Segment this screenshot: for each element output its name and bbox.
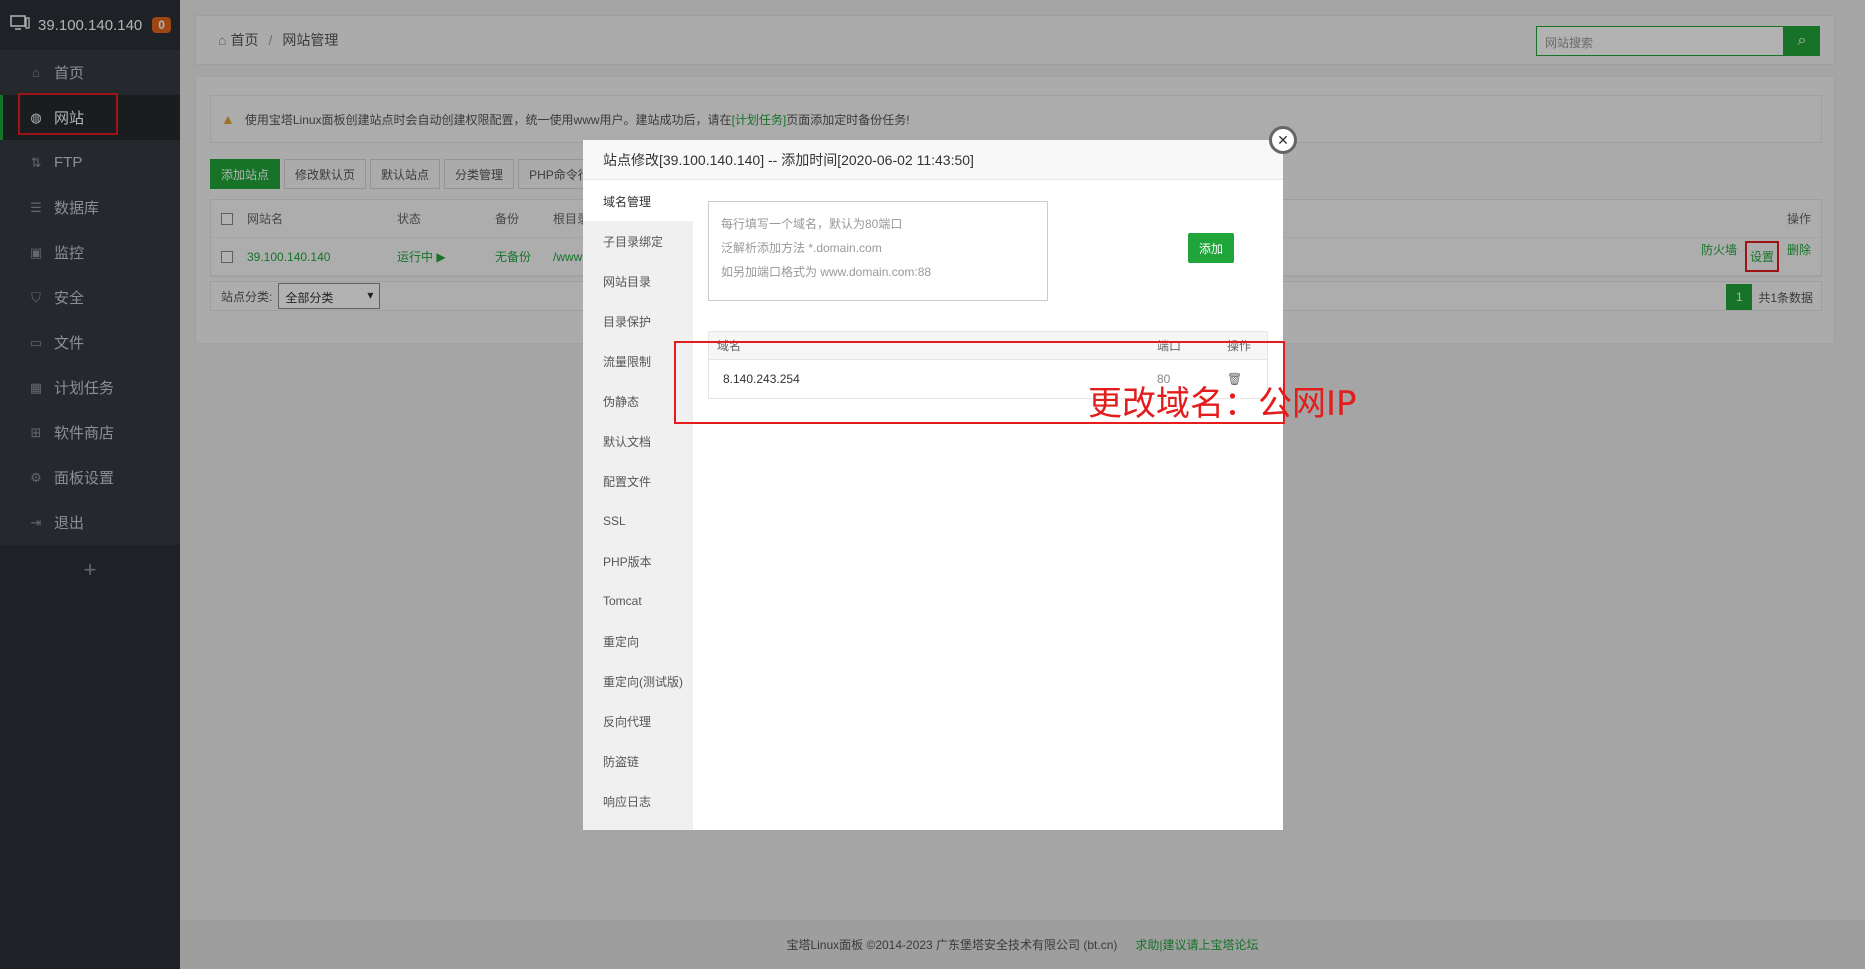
tab-hotlink[interactable]: 防盗链 — [583, 741, 693, 781]
tab-response-log[interactable]: 响应日志 — [583, 781, 693, 821]
tab-default-doc[interactable]: 默认文档 — [583, 421, 693, 461]
tab-php-version[interactable]: PHP版本 — [583, 541, 693, 581]
tab-subdir[interactable]: 子目录绑定 — [583, 221, 693, 261]
tab-redirect[interactable]: 重定向 — [583, 621, 693, 661]
modal-title: 站点修改[39.100.140.140] -- 添加时间[2020-06-02 … — [583, 140, 1283, 180]
textarea-hint: 如另加端口格式为 www.domain.com:88 — [721, 265, 932, 279]
tab-reverse-proxy[interactable]: 反向代理 — [583, 701, 693, 741]
textarea-hint: 泛解析添加方法 *.domain.com — [721, 241, 882, 255]
tab-redirect-beta[interactable]: 重定向(测试版) — [583, 661, 693, 701]
annotation-text: 更改域名：公网IP — [1088, 384, 1357, 424]
tab-domain[interactable]: 域名管理 — [583, 181, 693, 221]
modal-nav: 域名管理 子目录绑定 网站目录 目录保护 流量限制 伪静态 默认文档 配置文件 … — [583, 181, 693, 830]
site-edit-modal: 站点修改[39.100.140.140] -- 添加时间[2020-06-02 … — [583, 126, 1297, 830]
domain-textarea[interactable]: 每行填写一个域名，默认为80端口 泛解析添加方法 *.domain.com 如另… — [708, 201, 1048, 301]
textarea-hint: 每行填写一个域名，默认为80端口 — [721, 217, 903, 231]
modal-body: 每行填写一个域名，默认为80端口 泛解析添加方法 *.domain.com 如另… — [693, 181, 1283, 830]
close-button[interactable]: ✕ — [1269, 126, 1297, 154]
close-icon: ✕ — [1277, 131, 1289, 148]
tab-tomcat[interactable]: Tomcat — [583, 581, 693, 621]
tab-site-dir[interactable]: 网站目录 — [583, 261, 693, 301]
tab-config-file[interactable]: 配置文件 — [583, 461, 693, 501]
tab-ssl[interactable]: SSL — [583, 501, 693, 541]
add-domain-button[interactable]: 添加 — [1188, 233, 1234, 263]
tab-dir-protect[interactable]: 目录保护 — [583, 301, 693, 341]
